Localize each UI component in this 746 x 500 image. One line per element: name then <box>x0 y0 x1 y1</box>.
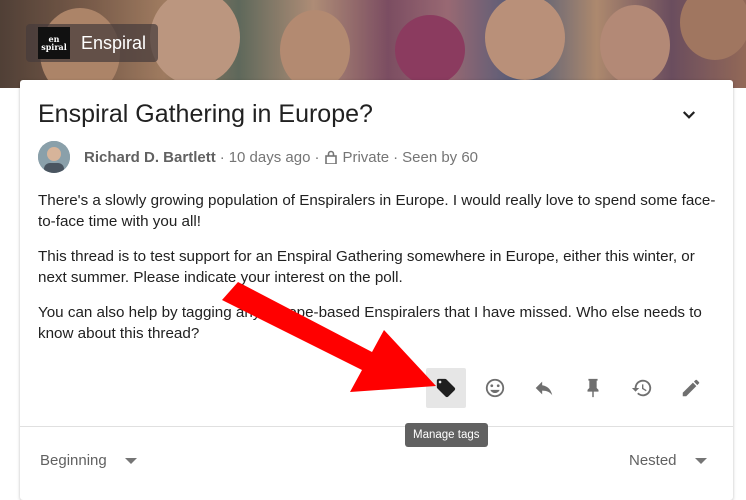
lock-icon <box>325 150 338 164</box>
group-chip[interactable]: en spiral Enspiral <box>26 24 158 62</box>
description-paragraph: This thread is to test support for an En… <box>38 248 695 286</box>
privacy-label: Private <box>342 148 390 166</box>
react-button[interactable] <box>475 368 515 408</box>
group-cover-banner: en spiral Enspiral <box>0 0 746 88</box>
group-name[interactable]: Enspiral <box>81 33 146 54</box>
divider <box>20 426 733 427</box>
thread-time: 10 days ago <box>228 148 311 166</box>
manage-tags-button[interactable] <box>426 368 466 408</box>
thread-description: There's a slowly growing population of E… <box>38 190 718 358</box>
thread-title: Enspiral Gathering in Europe? <box>38 100 373 128</box>
description-paragraph: There's a slowly growing population of E… <box>38 192 716 230</box>
group-logo: en spiral <box>38 27 70 59</box>
thread-actions <box>426 368 720 408</box>
caret-down-icon <box>694 457 707 464</box>
sort-order-select[interactable]: Beginning <box>40 452 137 469</box>
description-paragraph: You can also help by tagging any Europe-… <box>38 304 702 342</box>
tag-icon <box>436 378 456 398</box>
sort-order-label: Beginning <box>40 452 107 469</box>
reply-button[interactable] <box>524 368 564 408</box>
pin-button[interactable] <box>573 368 613 408</box>
seen-by-label[interactable]: Seen by 60 <box>402 149 478 166</box>
tooltip: Manage tags <box>405 423 488 447</box>
author-name[interactable]: Richard D. Bartlett <box>84 149 216 166</box>
caret-down-icon <box>124 457 137 464</box>
thread-meta: Richard D. Bartlett · 10 days ago · Priv… <box>38 140 478 174</box>
edit-icon <box>682 379 700 397</box>
avatar[interactable] <box>38 141 70 173</box>
history-button[interactable] <box>622 368 662 408</box>
edit-button[interactable] <box>671 368 711 408</box>
thread-card: Enspiral Gathering in Europe? Richard D.… <box>20 80 733 500</box>
emoji-icon <box>485 378 505 398</box>
chevron-down-icon[interactable] <box>680 106 698 124</box>
history-icon <box>631 379 652 397</box>
thread-view-label: Nested <box>629 452 677 469</box>
pin-icon <box>587 378 599 398</box>
reply-icon <box>535 381 553 396</box>
thread-view-select[interactable]: Nested <box>629 452 707 469</box>
